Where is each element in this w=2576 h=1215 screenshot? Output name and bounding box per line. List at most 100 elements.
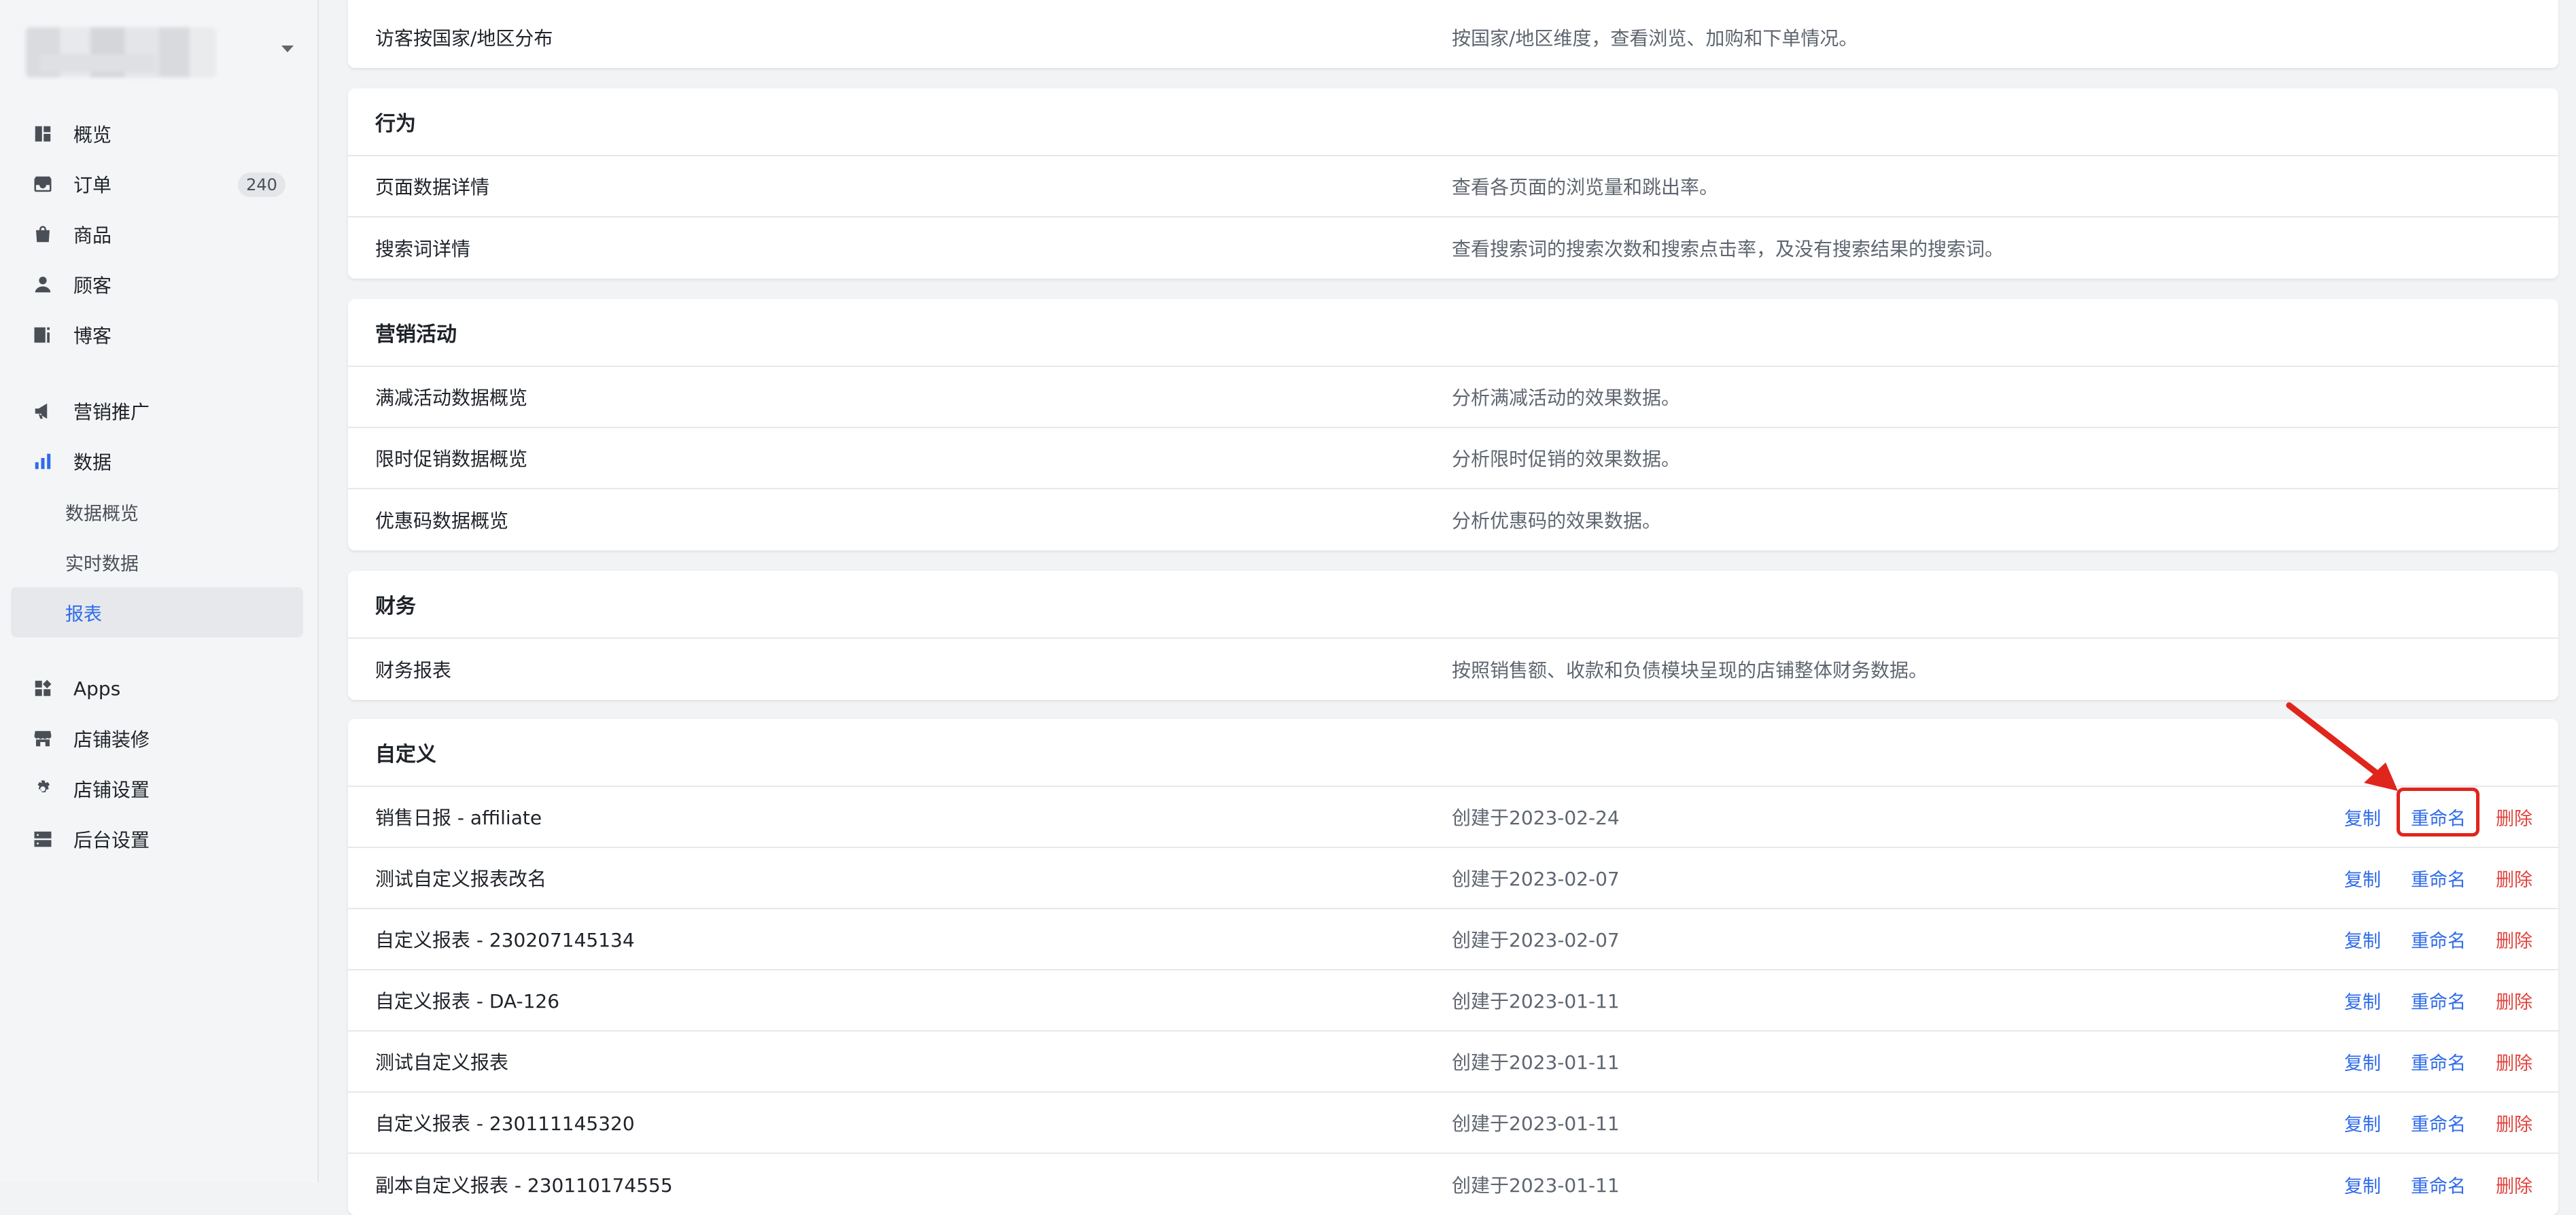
copy-button[interactable]: 复制 bbox=[2344, 865, 2381, 892]
sidebar-item-label: 数据 bbox=[73, 451, 112, 474]
sidebar-item-apps[interactable]: Apps bbox=[11, 663, 303, 714]
report-name[interactable]: 限时促销数据概览 bbox=[375, 444, 527, 472]
rename-button[interactable]: 重命名 bbox=[2411, 1049, 2466, 1075]
copy-button[interactable]: 复制 bbox=[2344, 926, 2381, 953]
custom-report-row[interactable]: 副本自定义报表 - 230110174555 创建于2023-01-11 复制 重命名… bbox=[348, 1154, 2558, 1215]
row-actions: 复制 重命名 删除 bbox=[2314, 1049, 2533, 1075]
report-name[interactable]: 财务报表 bbox=[375, 656, 451, 683]
report-row[interactable]: 限时促销数据概览 分析限时促销的效果数据。 bbox=[348, 428, 2558, 489]
delete-button[interactable]: 删除 bbox=[2496, 1049, 2533, 1075]
report-desc: 分析满减活动的效果数据。 bbox=[1452, 387, 1681, 409]
sidebar-item-label: 数据概览 bbox=[65, 503, 139, 525]
report-created-date: 创建于2023-01-11 bbox=[1452, 990, 1620, 1013]
custom-report-row[interactable]: 自定义报表 - DA-126 创建于2023-01-11 复制 重命名 删除 bbox=[348, 970, 2558, 1032]
custom-report-row[interactable]: 自定义报表 - 230111145320 创建于2023-01-11 复制 重命名 删除 bbox=[348, 1093, 2558, 1154]
sidebar-item-label: 店铺装修 bbox=[73, 728, 150, 751]
delete-button[interactable]: 删除 bbox=[2496, 804, 2533, 830]
custom-report-row[interactable]: 测试自定义报表改名 创建于2023-02-07 复制 重命名 删除 bbox=[348, 848, 2558, 909]
report-row[interactable]: 页面数据详情 查看各页面的浏览量和跳出率。 bbox=[348, 156, 2558, 217]
report-desc: 查看搜索词的搜索次数和搜索点击率，及没有搜索结果的搜索词。 bbox=[1452, 238, 2004, 260]
sidebar: 概览 订单 240 商品 顾客 博客 营销推广 数据 数据概览 实时数据 报表 … bbox=[0, 0, 319, 1182]
sidebar-item-storefront[interactable]: 店铺装修 bbox=[11, 714, 303, 764]
sidebar-item-label: 顾客 bbox=[73, 275, 112, 297]
copy-button[interactable]: 复制 bbox=[2344, 1110, 2381, 1136]
report-name[interactable]: 测试自定义报表改名 bbox=[375, 864, 546, 892]
report-section-finance: 财务 财务报表 按照销售额、收款和负债模块呈现的店铺整体财务数据。 bbox=[348, 571, 2558, 700]
report-row[interactable]: 优惠码数据概览 分析优惠码的效果数据。 bbox=[348, 489, 2558, 550]
report-created-date: 创建于2023-02-24 bbox=[1452, 807, 1620, 829]
report-section-marketing: 营销活动 满减活动数据概览 分析满减活动的效果数据。 限时促销数据概览 分析限时… bbox=[348, 299, 2558, 550]
section-title: 财务 bbox=[348, 571, 2558, 639]
sidebar-item-overview[interactable]: 概览 bbox=[11, 109, 303, 159]
copy-button[interactable]: 复制 bbox=[2344, 1049, 2381, 1075]
report-row[interactable]: 满减活动数据概览 分析满减活动的效果数据。 bbox=[348, 367, 2558, 428]
delete-button[interactable]: 删除 bbox=[2496, 926, 2533, 953]
report-desc: 分析限时促销的效果数据。 bbox=[1452, 448, 1681, 470]
bag-icon bbox=[31, 223, 54, 246]
custom-report-row[interactable]: 测试自定义报表 创建于2023-01-11 复制 重命名 删除 bbox=[348, 1032, 2558, 1093]
row-actions: 复制 重命名 删除 bbox=[2314, 865, 2533, 892]
delete-button[interactable]: 删除 bbox=[2496, 1172, 2533, 1198]
report-row[interactable]: 搜索词详情 查看搜索词的搜索次数和搜索点击率，及没有搜索结果的搜索词。 bbox=[348, 217, 2558, 279]
bar-chart-icon bbox=[31, 450, 54, 473]
person-icon bbox=[31, 273, 54, 296]
report-name[interactable]: 销售日报 - affiliate bbox=[375, 803, 542, 830]
delete-button[interactable]: 删除 bbox=[2496, 865, 2533, 892]
custom-report-list: 销售日报 - affiliate 创建于2023-02-24 复制 重命名 删除 测试自定… bbox=[348, 787, 2558, 1215]
sidebar-item-orders[interactable]: 订单 240 bbox=[11, 159, 303, 209]
report-name[interactable]: 优惠码数据概览 bbox=[375, 506, 508, 533]
sidebar-subitem-analytics-overview[interactable]: 数据概览 bbox=[11, 487, 303, 537]
report-name[interactable]: 自定义报表 - 230111145320 bbox=[375, 1109, 635, 1136]
sidebar-item-label: 报表 bbox=[65, 603, 102, 625]
sidebar-item-customers[interactable]: 顾客 bbox=[11, 260, 303, 310]
storefront-icon bbox=[31, 727, 54, 750]
report-name[interactable]: 测试自定义报表 bbox=[375, 1048, 508, 1075]
rename-button[interactable]: 重命名 bbox=[2411, 865, 2466, 892]
rename-button[interactable]: 重命名 bbox=[2411, 987, 2466, 1014]
row-actions: 复制 重命名 删除 bbox=[2314, 804, 2533, 830]
report-desc: 按照销售额、收款和负债模块呈现的店铺整体财务数据。 bbox=[1452, 659, 1928, 682]
report-name[interactable]: 自定义报表 - 230207145134 bbox=[375, 926, 635, 953]
sidebar-subitem-reports[interactable]: 报表 bbox=[11, 587, 303, 637]
sidebar-item-label: 店铺设置 bbox=[73, 779, 150, 801]
delete-button[interactable]: 删除 bbox=[2496, 987, 2533, 1014]
sidebar-item-products[interactable]: 商品 bbox=[11, 209, 303, 260]
sidebar-item-label: 博客 bbox=[73, 325, 112, 347]
sidebar-item-store-settings[interactable]: 店铺设置 bbox=[11, 764, 303, 814]
store-switcher[interactable] bbox=[26, 24, 295, 77]
orders-count-badge: 240 bbox=[238, 173, 285, 197]
copy-button[interactable]: 复制 bbox=[2344, 804, 2381, 830]
sidebar-item-admin-settings[interactable]: 后台设置 bbox=[11, 814, 303, 864]
rename-button[interactable]: 重命名 bbox=[2411, 1110, 2466, 1136]
report-name[interactable]: 搜索词详情 bbox=[375, 234, 470, 262]
rename-button[interactable]: 重命名 bbox=[2411, 1172, 2466, 1198]
report-desc: 按国家/地区维度，查看浏览、加购和下单情况。 bbox=[1452, 27, 1858, 50]
report-row[interactable]: 访客按国家/地区分布 按国家/地区维度，查看浏览、加购和下单情况。 bbox=[348, 0, 2558, 68]
sidebar-item-label: 概览 bbox=[73, 124, 112, 146]
sidebar-item-blog[interactable]: 博客 bbox=[11, 310, 303, 360]
rename-button[interactable]: 重命名 bbox=[2411, 926, 2466, 953]
report-section-custom: 自定义 销售日报 - affiliate 创建于2023-02-24 复制 重命名 删除… bbox=[348, 719, 2558, 1215]
delete-button[interactable]: 删除 bbox=[2496, 1110, 2533, 1136]
caret-down-icon[interactable] bbox=[280, 43, 295, 54]
row-actions: 复制 重命名 删除 bbox=[2314, 926, 2533, 953]
sidebar-subitem-realtime[interactable]: 实时数据 bbox=[11, 537, 303, 587]
copy-button[interactable]: 复制 bbox=[2344, 1172, 2381, 1198]
sidebar-item-analytics[interactable]: 数据 bbox=[11, 436, 303, 487]
rename-button[interactable]: 重命名 bbox=[2411, 804, 2466, 830]
inbox-icon bbox=[31, 173, 54, 196]
custom-report-row[interactable]: 自定义报表 - 230207145134 创建于2023-02-07 复制 重命名 删除 bbox=[348, 909, 2558, 970]
custom-report-row[interactable]: 销售日报 - affiliate 创建于2023-02-24 复制 重命名 删除 bbox=[348, 787, 2558, 848]
report-name[interactable]: 副本自定义报表 - 230110174555 bbox=[375, 1171, 673, 1198]
report-section-visitors: 访客按国家/地区分布 按国家/地区维度，查看浏览、加购和下单情况。 bbox=[348, 0, 2558, 68]
report-name[interactable]: 满减活动数据概览 bbox=[375, 383, 527, 410]
sidebar-item-marketing[interactable]: 营销推广 bbox=[11, 386, 303, 436]
report-created-date: 创建于2023-01-11 bbox=[1452, 1112, 1620, 1135]
apps-icon bbox=[31, 677, 54, 700]
report-name[interactable]: 页面数据详情 bbox=[375, 173, 489, 200]
report-name[interactable]: 访客按国家/地区分布 bbox=[375, 24, 553, 51]
copy-button[interactable]: 复制 bbox=[2344, 987, 2381, 1014]
report-name[interactable]: 自定义报表 - DA-126 bbox=[375, 987, 559, 1014]
report-row[interactable]: 财务报表 按照销售额、收款和负债模块呈现的店铺整体财务数据。 bbox=[348, 639, 2558, 700]
sidebar-item-label: 营销推广 bbox=[73, 401, 150, 423]
